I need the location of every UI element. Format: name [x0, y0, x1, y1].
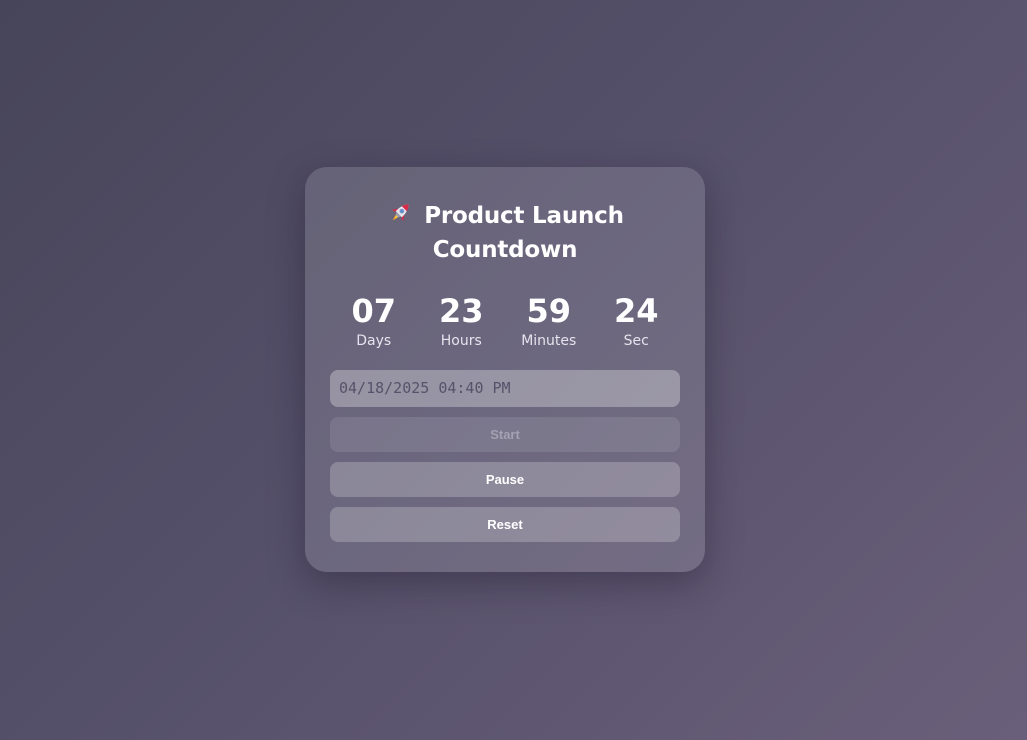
rocket-icon	[392, 204, 409, 222]
start-button[interactable]: Start	[330, 417, 680, 452]
title-line-2: Countdown	[432, 237, 578, 263]
hours-value: 23	[438, 292, 484, 330]
page-title: Product Launch Countdown	[305, 199, 705, 267]
countdown-hours: 23 Hours	[418, 291, 506, 351]
datetime-input[interactable]: 04/18/2025 04:40 PM	[330, 370, 680, 407]
countdown-card: Product Launch Countdown 07 Days 23 Hour…	[305, 167, 705, 572]
days-value: 07	[351, 292, 397, 330]
countdown-units: 07 Days 23 Hours 59 Minutes 24 Sec	[330, 291, 680, 351]
minutes-value: 59	[526, 292, 572, 330]
reset-button[interactable]: Reset	[330, 507, 680, 542]
pause-button[interactable]: Pause	[330, 462, 680, 497]
minutes-label: Minutes	[521, 333, 577, 349]
seconds-value: 24	[613, 292, 659, 330]
days-label: Days	[356, 333, 392, 349]
hours-label: Hours	[440, 333, 482, 349]
title-line-1: Product Launch	[424, 203, 624, 229]
countdown-minutes: 59 Minutes	[505, 291, 593, 351]
seconds-label: Sec	[623, 333, 649, 349]
countdown-seconds: 24 Sec	[593, 291, 681, 351]
countdown-days: 07 Days	[330, 291, 418, 351]
